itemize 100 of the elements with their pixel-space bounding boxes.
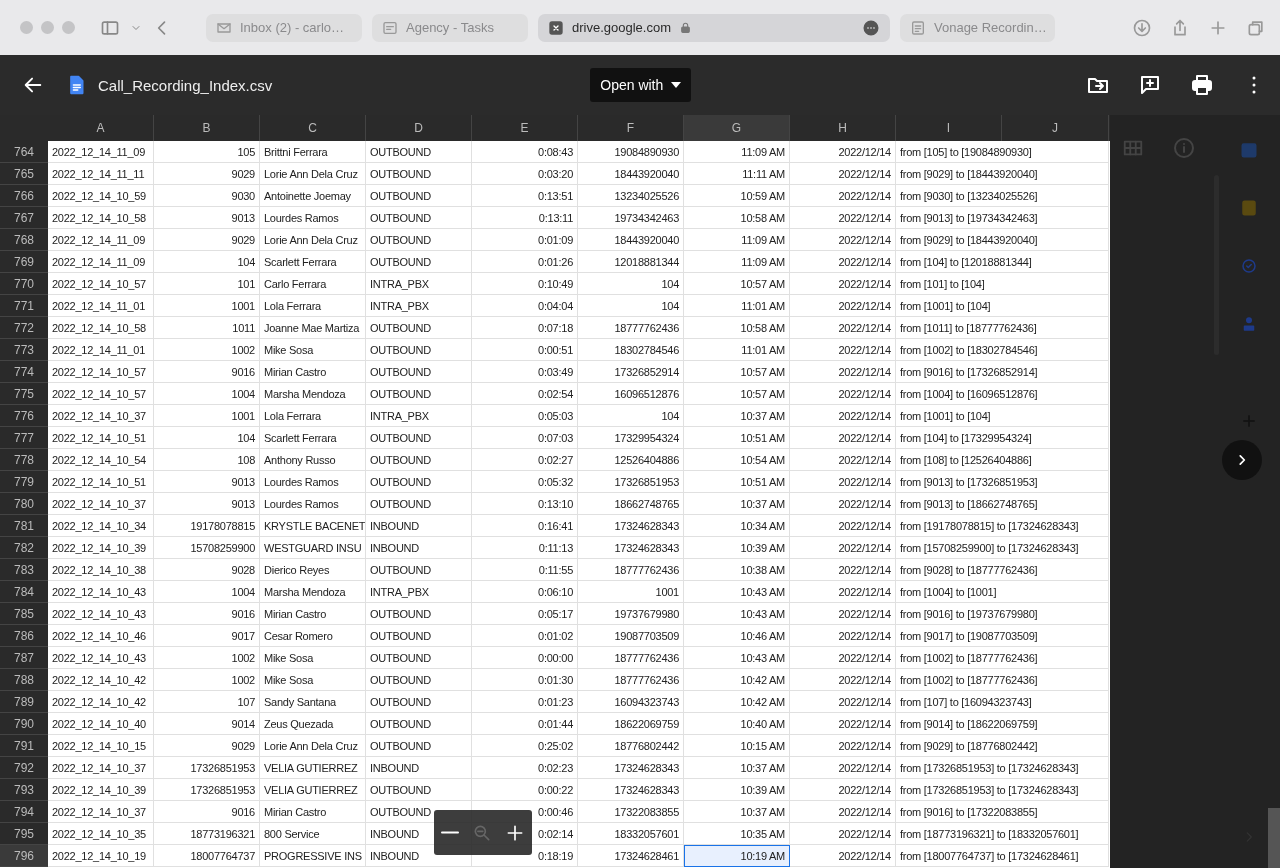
table-cell: 2022_12_14_10_42	[48, 669, 154, 691]
table-cell: Lola Ferrara	[260, 295, 366, 317]
table-cell: 10:42 AM	[684, 691, 790, 713]
table-cell: from [9030] to [13234025526]	[896, 185, 1109, 207]
table-cell: 2022_12_14_10_39	[48, 537, 154, 559]
row-header[interactable]: 765	[0, 163, 48, 185]
table-cell: 2022/12/14	[790, 537, 896, 559]
table-cell: 10:40 AM	[684, 713, 790, 735]
table-cell: 17322083855	[578, 801, 684, 823]
zoom-out-button[interactable]	[440, 831, 459, 834]
table-cell: WESTGUARD INSU	[260, 537, 366, 559]
table-cell: 10:35 AM	[684, 823, 790, 845]
row-header[interactable]: 787	[0, 647, 48, 669]
row-header[interactable]: 790	[0, 713, 48, 735]
table-cell: from [18007764737] to [17324628461]	[896, 845, 1109, 867]
row-header[interactable]: 777	[0, 427, 48, 449]
table-cell: 11:09 AM	[684, 251, 790, 273]
table-cell: Scarlett Ferrara	[260, 251, 366, 273]
row-header[interactable]: 769	[0, 251, 48, 273]
table-cell: OUTBOUND	[366, 361, 472, 383]
row-header[interactable]: 782	[0, 537, 48, 559]
row-header[interactable]: 780	[0, 493, 48, 515]
print-icon[interactable]	[1190, 73, 1214, 97]
row-header[interactable]: 774	[0, 361, 48, 383]
address-bar[interactable]: drive.google.com	[538, 13, 890, 42]
table-cell: 19084890930	[578, 141, 684, 163]
table-cell: OUTBOUND	[366, 471, 472, 493]
table-cell: 108	[154, 449, 260, 471]
table-cell: 2022/12/14	[790, 383, 896, 405]
row-header[interactable]: 768	[0, 229, 48, 251]
next-button[interactable]	[1222, 440, 1262, 480]
row-header[interactable]: 771	[0, 295, 48, 317]
table-cell: from [9017] to [19087703509]	[896, 625, 1109, 647]
tasks-icon	[382, 19, 398, 36]
window-control[interactable]	[20, 21, 33, 34]
table-cell: 0:00:00	[472, 647, 578, 669]
row-header[interactable]: 773	[0, 339, 48, 361]
row-header[interactable]: 767	[0, 207, 48, 229]
add-comment-icon[interactable]	[1138, 73, 1162, 97]
window-control[interactable]	[41, 21, 54, 34]
window-control[interactable]	[62, 21, 75, 34]
column-header[interactable]: G	[684, 115, 790, 141]
row-header[interactable]: 792	[0, 757, 48, 779]
row-header[interactable]: 793	[0, 779, 48, 801]
table-cell: 18662748765	[578, 493, 684, 515]
table-cell: 2022_12_14_10_37	[48, 801, 154, 823]
table-cell: 17324628343	[578, 515, 684, 537]
scrollbar[interactable]	[1268, 808, 1280, 868]
lock-icon	[679, 21, 692, 34]
table-cell: 18443920040	[578, 163, 684, 185]
table-cell: 2022_12_14_10_51	[48, 427, 154, 449]
row-header[interactable]: 776	[0, 405, 48, 427]
close-icon[interactable]	[548, 19, 564, 36]
table-cell: Lorie Ann Dela Cruz	[260, 735, 366, 757]
row-header[interactable]: 786	[0, 625, 48, 647]
row-header[interactable]: 775	[0, 383, 48, 405]
table-cell: 2022/12/14	[790, 251, 896, 273]
download-icon[interactable]	[1132, 17, 1152, 38]
more-icon[interactable]	[862, 18, 880, 37]
table-cell: OUTBOUND	[366, 449, 472, 471]
table-cell: 2022_12_14_10_42	[48, 691, 154, 713]
table-cell: 2022_12_14_10_43	[48, 603, 154, 625]
table-cell: 2022/12/14	[790, 141, 896, 163]
row-header[interactable]: 781	[0, 515, 48, 537]
table-cell: 0:05:17	[472, 603, 578, 625]
table-cell: from [1002] to [18777762436]	[896, 647, 1109, 669]
row-header[interactable]: 794	[0, 801, 48, 823]
table-cell: 18776802442	[578, 735, 684, 757]
table-cell: Lorie Ann Dela Cruz	[260, 229, 366, 251]
row-header[interactable]: 784	[0, 581, 48, 603]
table-cell: 2022_12_14_10_58	[48, 317, 154, 339]
table-cell: 2022/12/14	[790, 405, 896, 427]
table-cell: 10:37 AM	[684, 405, 790, 427]
row-header[interactable]: 785	[0, 603, 48, 625]
table-cell: Marsha Mendoza	[260, 581, 366, 603]
table-cell: from [9016] to [17326852914]	[896, 361, 1109, 383]
row-header[interactable]: 789	[0, 691, 48, 713]
row-header[interactable]: 772	[0, 317, 48, 339]
table-cell: from [9029] to [18776802442]	[896, 735, 1109, 757]
row-header[interactable]: 766	[0, 185, 48, 207]
row-header[interactable]: 770	[0, 273, 48, 295]
table-cell: 9029	[154, 229, 260, 251]
check-circle-icon[interactable]	[1240, 257, 1258, 275]
row-header[interactable]: 783	[0, 559, 48, 581]
table-cell: Mike Sosa	[260, 669, 366, 691]
row-header[interactable]: 796	[0, 845, 48, 867]
open-with-button[interactable]: Open with	[590, 68, 692, 102]
row-header[interactable]: 791	[0, 735, 48, 757]
row-header[interactable]: 764	[0, 141, 48, 163]
row-header[interactable]: 778	[0, 449, 48, 471]
table-cell: 18777762436	[578, 647, 684, 669]
row-header[interactable]: 795	[0, 823, 48, 845]
row-header[interactable]: 788	[0, 669, 48, 691]
row-header[interactable]: 779	[0, 471, 48, 493]
table-cell: 9013	[154, 493, 260, 515]
table-cell: 0:07:03	[472, 427, 578, 449]
table-cell: 0:00:51	[472, 339, 578, 361]
table-cell: 2022/12/14	[790, 647, 896, 669]
table-cell: 11:01 AM	[684, 295, 790, 317]
info-icon[interactable]	[1172, 136, 1196, 160]
